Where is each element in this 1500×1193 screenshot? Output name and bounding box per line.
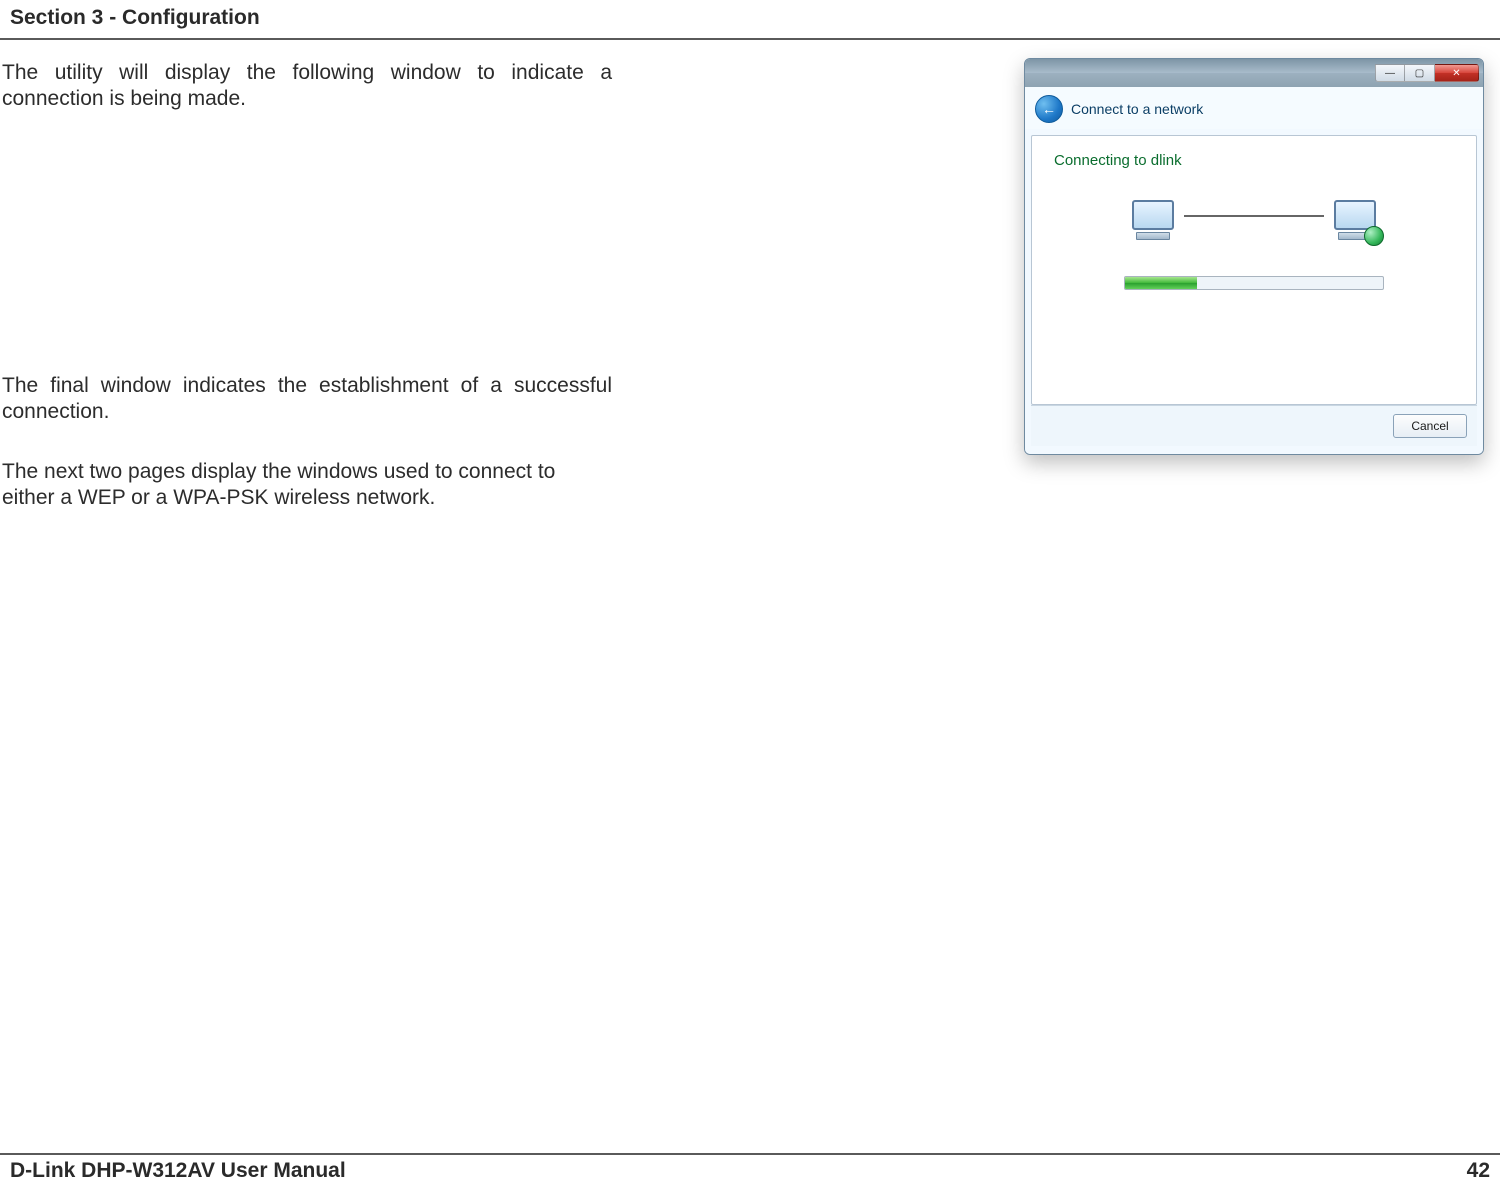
connection-line-icon (1184, 215, 1324, 217)
connection-graphic (1126, 200, 1382, 244)
back-arrow-icon: ← (1042, 101, 1056, 117)
progress-bar (1124, 276, 1384, 290)
dialog-footer: Cancel (1031, 405, 1477, 446)
close-icon: ✕ (1452, 68, 1460, 79)
paragraph-2: The final window indicates the establish… (2, 373, 612, 426)
globe-icon (1364, 226, 1384, 246)
content-area: The utility will display the following w… (0, 40, 1500, 542)
dialog-title: Connect to a network (1071, 101, 1203, 117)
page-number: 42 (1467, 1159, 1490, 1183)
dialog-titlebar: — ▢ ✕ (1025, 59, 1483, 87)
section-header: Section 3 - Configuration (0, 0, 1500, 40)
maximize-icon: ▢ (1415, 68, 1424, 79)
dialog-body: Connecting to dlink (1031, 135, 1477, 405)
remote-computer-icon (1328, 200, 1382, 244)
dialog-header-row: ← Connect to a network (1025, 87, 1483, 129)
progress-fill (1125, 277, 1197, 289)
text-column: The utility will display the following w… (2, 58, 612, 542)
minimize-button[interactable]: — (1375, 64, 1405, 82)
maximize-button[interactable]: ▢ (1405, 64, 1435, 82)
figure-column: — ▢ ✕ ← Connect to a network (1024, 58, 1490, 542)
local-computer-icon (1126, 200, 1180, 244)
connect-network-dialog: — ▢ ✕ ← Connect to a network (1024, 58, 1484, 455)
window-controls: — ▢ ✕ (1375, 64, 1479, 82)
back-button[interactable]: ← (1035, 95, 1063, 123)
page-footer: D-Link DHP-W312AV User Manual 42 (0, 1153, 1500, 1183)
paragraph-3: The next two pages display the windows u… (2, 459, 612, 512)
window-close-button[interactable]: ✕ (1435, 64, 1479, 82)
connecting-label: Connecting to dlink (1054, 152, 1182, 169)
dialog-body-wrap: Connecting to dlink (1025, 129, 1483, 454)
cancel-button[interactable]: Cancel (1393, 414, 1467, 438)
manual-title: D-Link DHP-W312AV User Manual (10, 1159, 346, 1183)
paragraph-1: The utility will display the following w… (2, 60, 612, 113)
cancel-label: Cancel (1411, 419, 1448, 433)
minimize-icon: — (1385, 68, 1395, 79)
section-title: Section 3 - Configuration (10, 6, 260, 29)
